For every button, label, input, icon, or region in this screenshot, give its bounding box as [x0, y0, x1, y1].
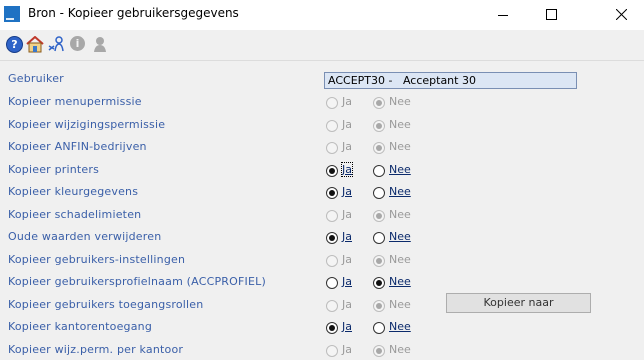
radio-nee-label[interactable]: Nee [389, 185, 411, 198]
radio-ja-label: Ja [342, 253, 352, 266]
radio-nee-label: Nee [389, 118, 411, 131]
radio-nee[interactable] [373, 322, 385, 334]
radio-ja [326, 300, 338, 312]
radio-ja [326, 120, 338, 132]
radio-ja[interactable] [326, 232, 338, 244]
option-label: Kopieer wijzigingspermissie [8, 118, 166, 131]
radio-nee [373, 345, 385, 357]
option-label: Kopieer printers [8, 163, 100, 176]
radio-nee [373, 300, 385, 312]
info-icon[interactable]: i [70, 36, 85, 51]
option-label: Kopieer gebruikers-instellingen [8, 253, 186, 266]
option-label: Kopieer menupermissie [8, 95, 142, 108]
radio-nee [373, 142, 385, 154]
radio-nee-label: Nee [389, 343, 411, 356]
copy-to-button[interactable]: Kopieer naar [446, 293, 591, 313]
home-icon[interactable] [26, 35, 44, 53]
user-link-icon[interactable] [48, 36, 64, 52]
option-label: Kopieer wijz.perm. per kantoor [8, 343, 184, 356]
radio-nee [373, 210, 385, 222]
radio-ja [326, 97, 338, 109]
option-label: Kopieer gebruikersprofielnaam (ACCPROFIE… [8, 275, 266, 288]
radio-nee [373, 97, 385, 109]
user-field-label: Gebruiker [8, 72, 64, 85]
radio-ja-label: Ja [342, 140, 352, 153]
radio-nee [373, 255, 385, 267]
radio-ja-label[interactable]: Ja [341, 162, 353, 177]
radio-ja-label: Ja [342, 118, 352, 131]
radio-ja-label[interactable]: Ja [342, 275, 352, 288]
radio-nee-label: Nee [389, 95, 411, 108]
radio-ja [326, 345, 338, 357]
radio-nee-label: Nee [389, 298, 411, 311]
radio-nee [373, 120, 385, 132]
radio-ja-label: Ja [342, 298, 352, 311]
maximize-button[interactable] [528, 0, 574, 30]
option-label: Oude waarden verwijderen [8, 230, 162, 243]
radio-nee[interactable] [373, 187, 385, 199]
option-label: Kopieer gebruikers toegangsrollen [8, 298, 204, 311]
toolbar: ? i [0, 30, 644, 61]
radio-nee-label[interactable]: Nee [389, 320, 411, 333]
option-label: Kopieer kantorentoegang [8, 320, 153, 333]
radio-nee-label: Nee [389, 140, 411, 153]
radio-ja[interactable] [326, 165, 338, 177]
radio-ja[interactable] [326, 322, 338, 334]
radio-nee[interactable] [373, 232, 385, 244]
radio-ja [326, 255, 338, 267]
close-button[interactable] [598, 0, 644, 30]
radio-ja[interactable] [326, 187, 338, 199]
radio-nee[interactable] [373, 277, 385, 289]
radio-nee-label[interactable]: Nee [389, 163, 411, 176]
radio-ja-label[interactable]: Ja [342, 230, 352, 243]
radio-ja-label: Ja [342, 343, 352, 356]
radio-ja[interactable] [326, 277, 338, 289]
radio-nee[interactable] [373, 165, 385, 177]
option-label: Kopieer kleurgegevens [8, 185, 139, 198]
window-title: Bron - Kopieer gebruikersgegevens [28, 6, 239, 20]
person-icon[interactable] [92, 36, 108, 52]
close-icon [616, 9, 627, 20]
radio-ja-label[interactable]: Ja [342, 320, 352, 333]
radio-ja-label[interactable]: Ja [342, 185, 352, 198]
radio-ja [326, 142, 338, 154]
option-label: Kopieer ANFIN-bedrijven [8, 140, 147, 153]
minimize-button[interactable] [480, 0, 526, 30]
user-field[interactable]: ACCEPT30 - Acceptant 30 [324, 72, 577, 89]
title-bar: Bron - Kopieer gebruikersgegevens [0, 0, 644, 30]
radio-ja-label: Ja [342, 208, 352, 221]
radio-ja [326, 210, 338, 222]
radio-nee-label[interactable]: Nee [389, 275, 411, 288]
app-icon [4, 6, 20, 22]
radio-nee-label: Nee [389, 208, 411, 221]
option-label: Kopieer schadelimieten [8, 208, 142, 221]
radio-nee-label: Nee [389, 253, 411, 266]
help-icon[interactable]: ? [6, 36, 23, 53]
radio-nee-label[interactable]: Nee [389, 230, 411, 243]
radio-ja-label: Ja [342, 95, 352, 108]
